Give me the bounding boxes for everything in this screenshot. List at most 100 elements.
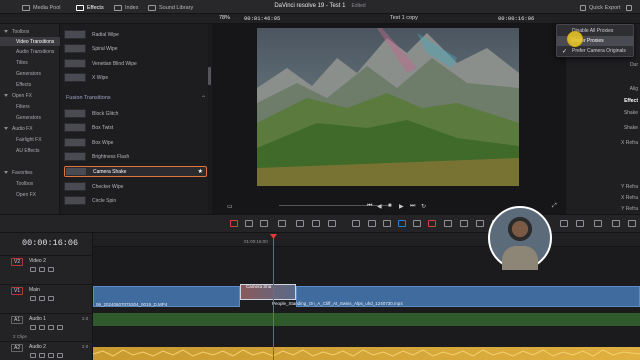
auto-select-icon[interactable]: [39, 296, 45, 301]
tree-item[interactable]: Audio FX: [0, 124, 60, 133]
insert-clip-icon[interactable]: [296, 220, 304, 227]
lock-track-icon[interactable]: [30, 267, 36, 272]
zoom-in-icon[interactable]: [594, 220, 602, 227]
viewer-options-icon[interactable]: ▭: [227, 203, 233, 210]
effect-item[interactable]: Box Twist: [64, 122, 207, 133]
tree-item[interactable]: Toolbox: [0, 27, 60, 36]
zoom-level[interactable]: 78%: [219, 15, 230, 21]
tree-item[interactable]: Effects: [0, 80, 60, 89]
audio1-track-lane[interactable]: [93, 313, 640, 326]
link-icon[interactable]: [368, 220, 376, 227]
effects-list-scrollbar[interactable]: [208, 24, 211, 214]
tree-item[interactable]: Video Transitions: [0, 37, 60, 46]
fullscreen-icon[interactable]: ⤢: [552, 203, 557, 210]
effect-item[interactable]: Brightness Flash: [64, 151, 207, 162]
effect-item[interactable]: Circle Spin: [64, 195, 207, 206]
track-id-badge[interactable]: V1: [11, 287, 24, 295]
lock-track-icon[interactable]: [30, 353, 36, 358]
stop-icon[interactable]: ■: [388, 203, 392, 209]
tree-item[interactable]: Toolbox: [0, 179, 60, 188]
position-lock-icon[interactable]: [383, 220, 391, 227]
auto-select-icon[interactable]: [39, 353, 45, 358]
marker-color-icon[interactable]: [444, 220, 452, 227]
effects-list-scroll-thumb[interactable]: [208, 67, 211, 85]
loop-icon[interactable]: ↻: [421, 203, 426, 210]
proxy-menu-item[interactable]: ✓ Prefer Camera Originals: [557, 46, 633, 56]
zoom-full-icon[interactable]: [460, 220, 468, 227]
auto-select-icon[interactable]: [39, 325, 45, 330]
track-name[interactable]: Main: [29, 287, 40, 293]
flag-icon[interactable]: [398, 220, 406, 227]
effect-item[interactable]: Spiral Wipe: [64, 43, 207, 54]
trim-tool-icon[interactable]: [245, 220, 253, 227]
effect-item[interactable]: Checker Wipe: [64, 181, 207, 192]
selection-tool-icon[interactable]: [230, 220, 238, 227]
quick-export-button[interactable]: Quick Export: [580, 3, 620, 12]
rewind-icon[interactable]: ◀: [377, 203, 382, 210]
inspector-toggle[interactable]: [626, 3, 632, 12]
solo-icon[interactable]: [48, 325, 54, 330]
solo-icon[interactable]: [48, 353, 54, 358]
effect-item[interactable]: Radial Wipe: [64, 29, 207, 40]
skip-forward-icon[interactable]: ⏭: [410, 203, 415, 210]
auto-select-icon[interactable]: [39, 267, 45, 272]
track-channels: 2.0: [82, 344, 89, 349]
track-id-badge[interactable]: V2: [11, 258, 24, 266]
effect-thumbnail: [64, 152, 86, 161]
tree-item-label: Toolbox: [16, 180, 34, 187]
tree-item[interactable]: Fairlight FX: [0, 135, 60, 144]
effect-item[interactable]: X Wipe: [64, 72, 207, 83]
lock-track-icon[interactable]: [30, 296, 36, 301]
track-name[interactable]: Audio 2: [29, 344, 46, 350]
video-clip-left[interactable]: 06_20240607075304_0019_D.MP4: [93, 286, 240, 307]
tree-item-label: Open FX: [16, 191, 37, 198]
ruler-timecode: 01:00:16:00: [244, 239, 268, 244]
playhead-line[interactable]: [273, 236, 274, 360]
tree-item[interactable]: Filters: [0, 102, 60, 111]
effect-thumbnail: [64, 44, 86, 53]
dynamic-trim-icon[interactable]: [260, 220, 268, 227]
inspector-icon: [626, 4, 632, 11]
tree-item[interactable]: Generators: [0, 113, 60, 122]
skip-back-icon[interactable]: ⏮: [367, 203, 372, 210]
favorite-star-icon[interactable]: ★: [198, 168, 203, 175]
tree-item[interactable]: Generators: [0, 69, 60, 78]
tree-item[interactable]: Audio Transitions: [0, 47, 60, 56]
effect-item[interactable]: Box Wipe: [64, 137, 207, 148]
flag-color-icon[interactable]: [413, 220, 421, 227]
tree-item[interactable]: AU Effects: [0, 146, 60, 155]
zoom-detail-icon[interactable]: [476, 220, 484, 227]
snapping-icon[interactable]: [352, 220, 360, 227]
mute-icon[interactable]: [57, 353, 63, 358]
track-id-badge[interactable]: A1: [11, 316, 24, 324]
tree-item[interactable]: Open FX: [0, 91, 60, 100]
track-id-badge[interactable]: A2: [11, 344, 24, 352]
effect-item[interactable]: Block Glitch: [64, 108, 207, 119]
tree-item[interactable]: Titles: [0, 58, 60, 67]
tree-item[interactable]: Favorites: [0, 168, 60, 177]
replace-clip-icon[interactable]: [328, 220, 336, 227]
timeline-name[interactable]: Test 1 copy: [390, 15, 418, 21]
effect-item[interactable]: Camera Shake ★: [64, 166, 207, 177]
blade-tool-icon[interactable]: [278, 220, 286, 227]
tree-item[interactable]: Open FX: [0, 190, 60, 199]
toggle-track-icon[interactable]: [48, 296, 54, 301]
overwrite-clip-icon[interactable]: [312, 220, 320, 227]
toggle-track-icon[interactable]: [48, 267, 54, 272]
timeline-ruler[interactable]: [93, 233, 640, 247]
tree-item-label: Audio FX: [12, 125, 33, 132]
marker-icon[interactable]: [428, 220, 436, 227]
track-height-icon[interactable]: [612, 220, 620, 227]
track-name[interactable]: Video 2: [29, 258, 46, 264]
lock-track-icon[interactable]: [30, 325, 36, 330]
track-name[interactable]: Audio 1: [29, 316, 46, 322]
effect-item[interactable]: Venetian Blind Wipe: [64, 58, 207, 69]
zoom-slider-icon[interactable]: [576, 220, 584, 227]
zoom-out-icon[interactable]: [560, 220, 568, 227]
chevron-up-icon[interactable]: ⌃: [201, 95, 206, 102]
mute-icon[interactable]: [57, 325, 63, 330]
timeline-options-icon[interactable]: [628, 220, 636, 227]
play-icon[interactable]: ▶: [399, 203, 404, 210]
audio2-waveform-clip[interactable]: [92, 347, 640, 360]
scrubber-bar[interactable]: [279, 205, 389, 206]
